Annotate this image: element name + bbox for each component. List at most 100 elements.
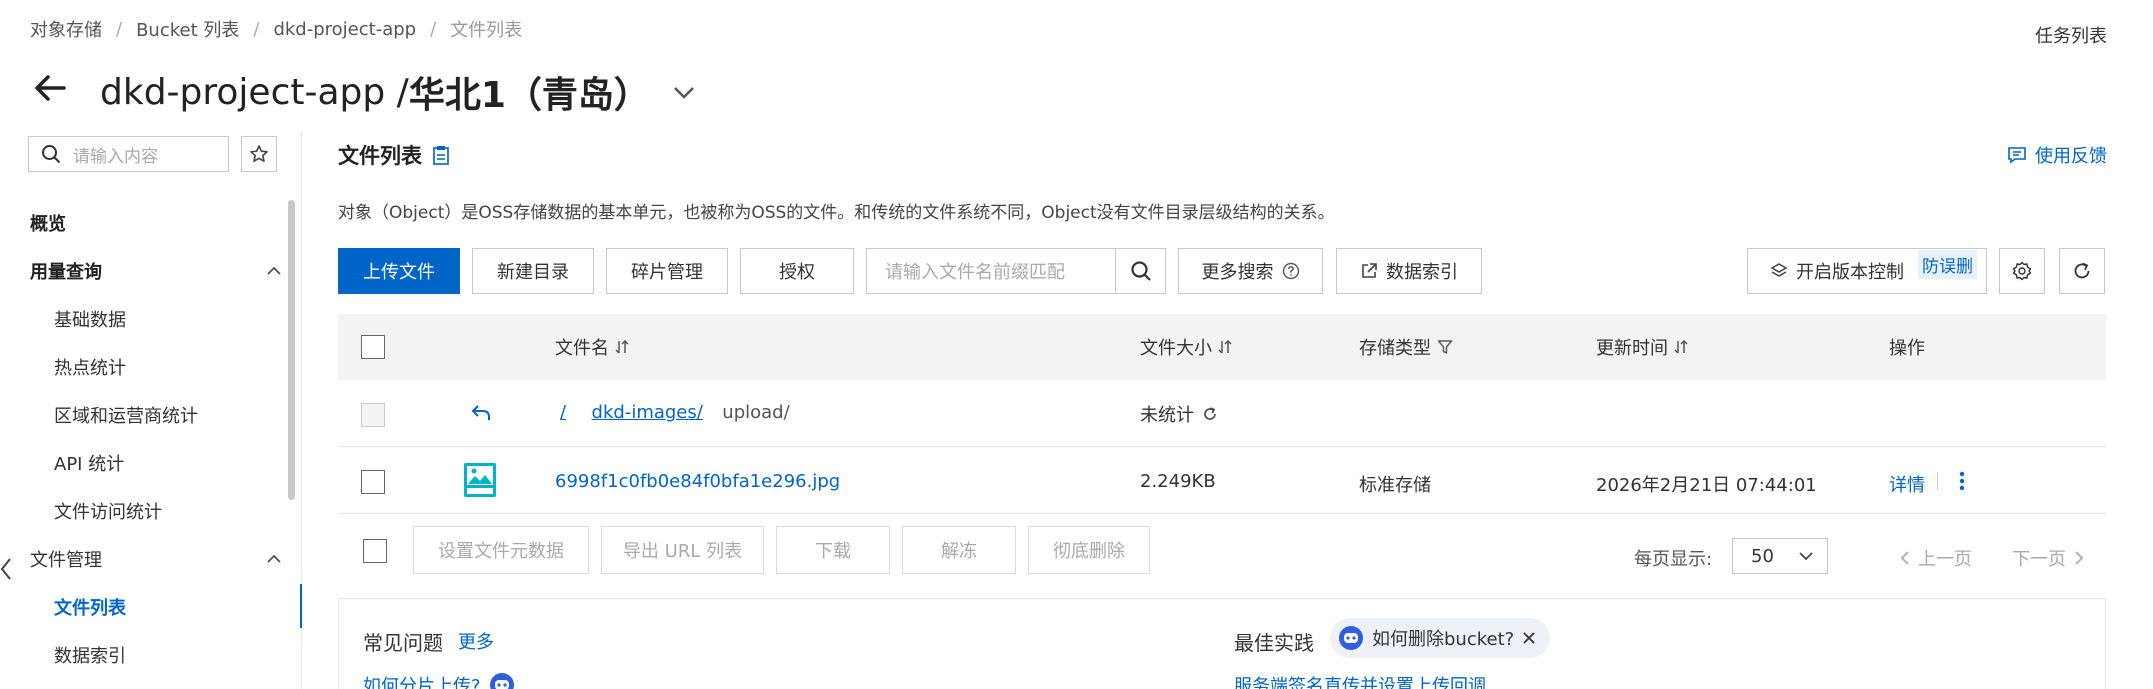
file-name-link[interactable]: 6998f1c0fb0e84f0bfa1e296.jpg xyxy=(555,471,840,492)
sidebar-item-overview[interactable]: 概览 xyxy=(30,210,66,236)
refresh-icon[interactable] xyxy=(1202,406,1218,422)
active-indicator xyxy=(300,584,302,628)
robot-icon xyxy=(1339,626,1363,650)
sidebar-search-input[interactable]: 请输入内容 xyxy=(28,136,229,172)
export-url-button[interactable]: 导出 URL 列表 xyxy=(601,526,764,574)
settings-button[interactable] xyxy=(1999,248,2045,294)
sidebar-group-files[interactable]: 文件管理 xyxy=(30,546,102,572)
file-search-placeholder: 请输入文件名前缀匹配 xyxy=(885,262,1065,283)
prev-page-button[interactable]: 上一页 xyxy=(1898,545,1972,571)
breadcrumb-bucket-list[interactable]: Bucket 列表 xyxy=(136,16,239,42)
column-name-label: 文件名 xyxy=(555,338,609,359)
favorite-button[interactable] xyxy=(241,136,277,172)
title-region: 华北1（青岛） xyxy=(408,75,650,116)
sidebar-item-hotspot[interactable]: 热点统计 xyxy=(54,354,126,380)
section-title-text: 文件列表 xyxy=(338,144,422,168)
gear-icon xyxy=(2012,261,2032,281)
path-breadcrumb: / dkd-images/ upload/ xyxy=(560,402,790,423)
action-divider xyxy=(1937,472,1938,490)
sidebar-item-api-stats[interactable]: API 统计 xyxy=(54,450,124,476)
clipboard-icon[interactable] xyxy=(432,145,450,165)
page-size-select[interactable]: 50 xyxy=(1732,538,1828,574)
path-current: upload/ xyxy=(722,402,790,423)
sort-icon xyxy=(615,339,629,354)
set-metadata-button[interactable]: 设置文件元数据 xyxy=(413,526,589,574)
refresh-button[interactable] xyxy=(2059,248,2105,294)
chevron-down-icon[interactable] xyxy=(670,78,698,106)
more-search-label: 更多搜索 xyxy=(1201,262,1274,283)
select-all-checkbox[interactable] xyxy=(361,335,385,359)
chevron-up-icon[interactable] xyxy=(265,550,283,568)
more-vertical-icon[interactable] xyxy=(1955,470,1969,492)
faq-more-link[interactable]: 更多 xyxy=(458,628,494,654)
back-arrow-icon[interactable] xyxy=(30,68,70,108)
column-header-size[interactable]: 文件大小 xyxy=(1140,334,1232,360)
sidebar-item-data-index[interactable]: 数据索引 xyxy=(54,642,126,668)
best-practice-link[interactable]: 服务端签名直传并设置上传回调 xyxy=(1234,672,1486,689)
row-checkbox[interactable] xyxy=(361,470,385,494)
batch-select-checkbox[interactable] xyxy=(363,539,387,563)
faq-link[interactable]: 如何分片上传? xyxy=(363,672,481,689)
search-icon xyxy=(42,145,61,164)
close-icon[interactable] xyxy=(1522,631,1536,645)
search-icon xyxy=(1130,261,1151,281)
path-dir-link[interactable]: dkd-images/ xyxy=(592,402,703,423)
feedback-label: 使用反馈 xyxy=(2035,146,2107,167)
sidebar-item-basic-data[interactable]: 基础数据 xyxy=(54,306,126,332)
sidebar-collapse-icon[interactable] xyxy=(0,556,12,582)
return-icon[interactable] xyxy=(470,403,492,423)
ai-question-chip[interactable]: 如何删除bucket? xyxy=(1330,618,1551,658)
chevron-up-icon[interactable] xyxy=(265,262,283,280)
task-list-link[interactable]: 任务列表 xyxy=(2035,22,2107,48)
sidebar: 请输入内容 概览 用量查询 基础数据 热点统计 区域和运营商统计 API 统计 … xyxy=(0,132,302,689)
column-header-updated[interactable]: 更新时间 xyxy=(1596,334,1688,360)
anti-delete-badge: 防误删 xyxy=(1918,250,1977,279)
row-checkbox-disabled xyxy=(361,403,385,427)
column-header-storage[interactable]: 存储类型 xyxy=(1359,334,1453,360)
refresh-icon xyxy=(2074,262,2090,279)
faq-title: 常见问题 xyxy=(363,631,443,655)
column-header-name[interactable]: 文件名 xyxy=(555,334,629,360)
breadcrumb-bucket[interactable]: dkd-project-app xyxy=(273,19,416,40)
permanent-delete-button[interactable]: 彻底删除 xyxy=(1028,526,1150,574)
file-search-input[interactable]: 请输入文件名前缀匹配 xyxy=(866,248,1166,294)
authorize-button[interactable]: 授权 xyxy=(740,248,854,294)
next-page-button[interactable]: 下一页 xyxy=(2012,545,2086,571)
image-file-icon xyxy=(464,463,496,497)
sidebar-scrollbar[interactable] xyxy=(288,200,295,500)
search-button[interactable] xyxy=(1115,249,1165,293)
fragment-management-button[interactable]: 碎片管理 xyxy=(606,248,728,294)
title-bucket: dkd-project-app / xyxy=(100,71,409,113)
restore-button[interactable]: 解冻 xyxy=(902,526,1016,574)
path-size: 未统计 xyxy=(1140,401,1218,427)
more-search-button[interactable]: 更多搜索 xyxy=(1178,248,1323,294)
breadcrumb-oss[interactable]: 对象存储 xyxy=(30,16,102,42)
detail-link[interactable]: 详情 xyxy=(1889,471,1925,497)
layers-icon xyxy=(1770,263,1788,277)
robot-icon[interactable] xyxy=(489,672,515,689)
file-storage-type: 标准存储 xyxy=(1359,475,1431,496)
file-updated-time: 2026年2月21日 07:44:01 xyxy=(1596,475,1817,496)
page-title: dkd-project-app / 华北1（青岛） xyxy=(100,66,698,118)
file-size: 2.249KB xyxy=(1140,471,1216,492)
ai-question-text: 如何删除bucket? xyxy=(1372,629,1515,650)
best-practice-title: 最佳实践 xyxy=(1234,631,1314,655)
column-storage-label: 存储类型 xyxy=(1359,338,1431,359)
download-button[interactable]: 下载 xyxy=(776,526,890,574)
filter-icon xyxy=(1437,340,1453,354)
feedback-link[interactable]: 使用反馈 xyxy=(2007,142,2107,168)
prev-page-label: 上一页 xyxy=(1918,549,1972,570)
sidebar-item-access-stats[interactable]: 文件访问统计 xyxy=(54,498,162,524)
new-directory-button[interactable]: 新建目录 xyxy=(472,248,594,294)
external-link-icon xyxy=(1362,263,1377,278)
upload-file-button[interactable]: 上传文件 xyxy=(338,248,460,294)
path-root-link[interactable]: / xyxy=(560,402,566,423)
sidebar-group-usage[interactable]: 用量查询 xyxy=(30,258,102,284)
sidebar-item-region-stats[interactable]: 区域和运营商统计 xyxy=(54,402,198,428)
data-index-button[interactable]: 数据索引 xyxy=(1336,248,1482,294)
faq-card xyxy=(338,598,2106,689)
chevron-down-icon xyxy=(1799,552,1813,561)
sidebar-item-file-list[interactable]: 文件列表 xyxy=(54,594,126,620)
page-size-value: 50 xyxy=(1751,545,1774,567)
breadcrumb: 对象存储 / Bucket 列表 / dkd-project-app / 文件列… xyxy=(30,16,522,42)
